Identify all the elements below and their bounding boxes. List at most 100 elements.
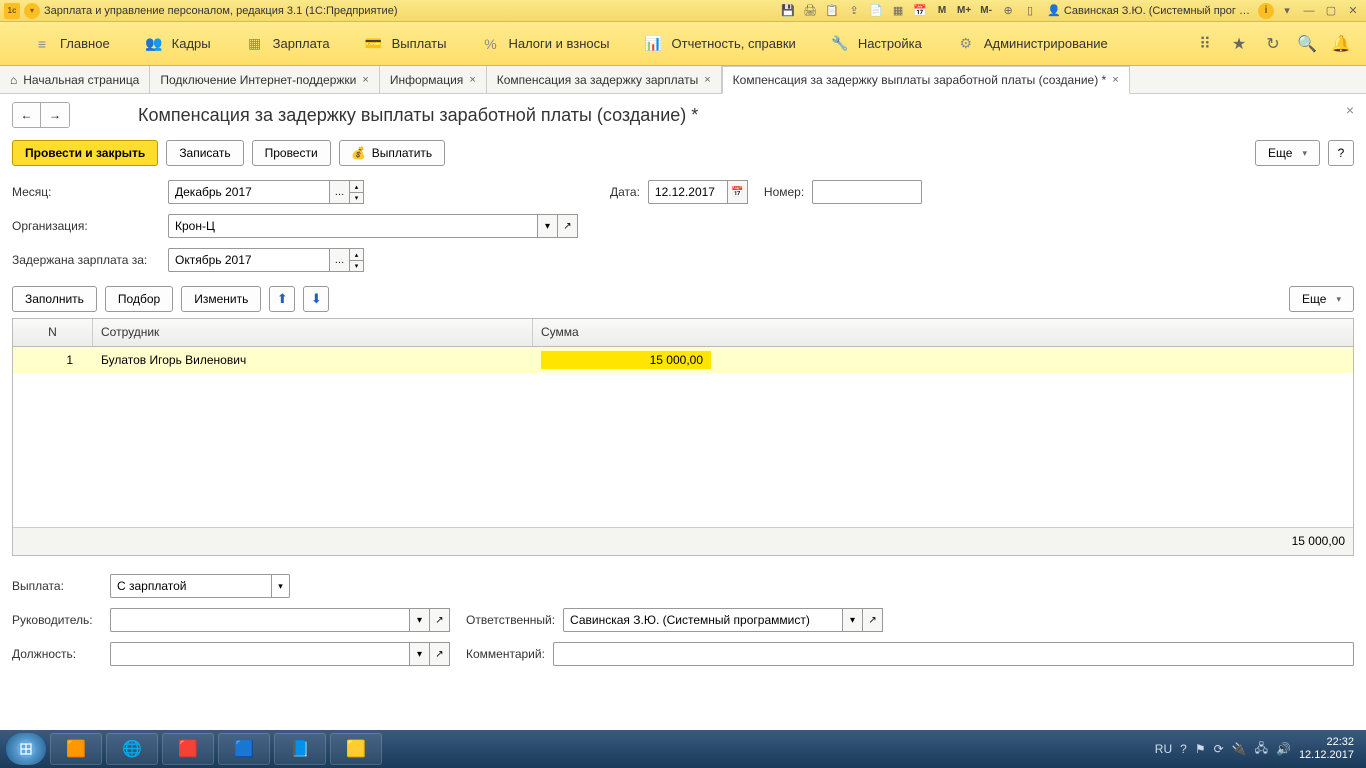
memory-mplus-icon[interactable]: M+: [955, 3, 973, 19]
manager-input[interactable]: [110, 608, 410, 632]
month-input[interactable]: Декабрь 2017: [168, 180, 330, 204]
nav-back-button[interactable]: ←: [13, 103, 41, 127]
tray-updates-icon[interactable]: ⟳: [1214, 742, 1224, 756]
page-close-button[interactable]: ×: [1346, 102, 1354, 118]
tray-network-icon[interactable]: 🖧: [1255, 739, 1268, 760]
nav-salary[interactable]: ▦Зарплата: [229, 22, 348, 65]
fill-button[interactable]: Заполнить: [12, 286, 97, 312]
tab-compensation-list[interactable]: Компенсация за задержку зарплаты×: [487, 66, 722, 93]
info-icon[interactable]: i: [1258, 3, 1274, 19]
tray-volume-icon[interactable]: 🔊: [1276, 742, 1291, 756]
taskbar-word[interactable]: 📘: [274, 733, 326, 765]
memory-m-icon[interactable]: M: [933, 3, 951, 19]
calendar-icon[interactable]: 📅: [911, 3, 929, 19]
position-open-button[interactable]: ↗: [430, 642, 450, 666]
history-icon[interactable]: ↻: [1264, 35, 1282, 53]
start-button[interactable]: [6, 733, 46, 765]
tab-home[interactable]: ⌂Начальная страница: [0, 66, 150, 93]
delayed-input[interactable]: Октябрь 2017: [168, 248, 330, 272]
pick-button[interactable]: Подбор: [105, 286, 173, 312]
month-ellipsis-button[interactable]: …: [330, 180, 350, 204]
post-button[interactable]: Провести: [252, 140, 331, 166]
position-dropdown-button[interactable]: ▾: [410, 642, 430, 666]
nav-payments[interactable]: 💳Выплаты: [348, 22, 465, 65]
pay-button[interactable]: 💰Выплатить: [339, 140, 446, 166]
maximize-icon[interactable]: ▢: [1322, 3, 1340, 19]
taskbar-mediaplayer[interactable]: 🟧: [50, 733, 102, 765]
month-down-button[interactable]: ▾: [350, 192, 364, 204]
nav-admin[interactable]: ⚙Администрирование: [940, 22, 1126, 65]
responsible-dropdown-button[interactable]: ▾: [843, 608, 863, 632]
col-header-n[interactable]: N: [13, 319, 93, 346]
close-window-icon[interactable]: ✕: [1344, 3, 1362, 19]
nav-taxes[interactable]: %Налоги и взносы: [464, 22, 627, 65]
tab-internet-support[interactable]: Подключение Интернет-поддержки×: [150, 66, 379, 93]
minimize-icon[interactable]: —: [1300, 3, 1318, 19]
nav-hamburger[interactable]: ≡Главное: [16, 22, 128, 65]
zoom-in-icon[interactable]: ⊕: [999, 3, 1017, 19]
move-up-button[interactable]: ⬆: [269, 286, 295, 312]
close-icon[interactable]: ×: [469, 74, 475, 86]
responsible-open-button[interactable]: ↗: [863, 608, 883, 632]
table-row[interactable]: 1 Булатов Игорь Виленович 15 000,00: [13, 347, 1353, 373]
number-input[interactable]: [812, 180, 922, 204]
comment-input[interactable]: [553, 642, 1354, 666]
titlebar-menu-icon[interactable]: ▾: [24, 3, 40, 19]
more-button[interactable]: Еще: [1255, 140, 1320, 166]
book-icon[interactable]: ▯: [1021, 3, 1039, 19]
save-icon[interactable]: 💾: [779, 3, 797, 19]
tab-information[interactable]: Информация×: [380, 66, 487, 93]
close-icon[interactable]: ×: [1112, 74, 1118, 86]
delayed-down-button[interactable]: ▾: [350, 260, 364, 272]
move-down-button[interactable]: ⬇: [303, 286, 329, 312]
save-button[interactable]: Записать: [166, 140, 243, 166]
apps-grid-icon[interactable]: ⠿: [1196, 35, 1214, 53]
manager-dropdown-button[interactable]: ▾: [410, 608, 430, 632]
taskbar-ie[interactable]: 🌐: [106, 733, 158, 765]
post-and-close-button[interactable]: Провести и закрыть: [12, 140, 158, 166]
doc-icon[interactable]: 📄: [867, 3, 885, 19]
tray-usb-icon[interactable]: 🔌: [1232, 742, 1247, 756]
grid-icon[interactable]: ▦: [889, 3, 907, 19]
copy-icon[interactable]: 📋: [823, 3, 841, 19]
date-calendar-button[interactable]: 📅: [728, 180, 748, 204]
nav-settings[interactable]: 🔧Настройка: [814, 22, 940, 65]
app-logo-icon: 1c: [4, 3, 20, 19]
nav-forward-button[interactable]: →: [41, 103, 69, 127]
memory-mminus-icon[interactable]: M-: [977, 3, 995, 19]
payment-select[interactable]: С зарплатой ▾: [110, 574, 290, 598]
col-header-employee[interactable]: Сотрудник: [93, 319, 533, 346]
close-icon[interactable]: ×: [704, 74, 710, 86]
table-more-button[interactable]: Еще: [1289, 286, 1354, 312]
taskbar-skype[interactable]: 🟦: [218, 733, 270, 765]
close-icon[interactable]: ×: [362, 74, 368, 86]
upload-icon[interactable]: ⇪: [845, 3, 863, 19]
tray-flag-icon[interactable]: ⚑: [1195, 742, 1206, 756]
delayed-up-button[interactable]: ▴: [350, 248, 364, 260]
position-input[interactable]: [110, 642, 410, 666]
tray-clock[interactable]: 22:32 12.12.2017: [1299, 736, 1354, 762]
search-icon[interactable]: 🔍: [1298, 35, 1316, 53]
help-button[interactable]: ?: [1328, 140, 1354, 166]
delayed-ellipsis-button[interactable]: …: [330, 248, 350, 272]
manager-open-button[interactable]: ↗: [430, 608, 450, 632]
nav-reports[interactable]: 📊Отчетность, справки: [628, 22, 814, 65]
organization-open-button[interactable]: ↗: [558, 214, 578, 238]
month-up-button[interactable]: ▴: [350, 180, 364, 192]
tray-lang[interactable]: RU: [1155, 742, 1172, 756]
taskbar-yandex[interactable]: 🟥: [162, 733, 214, 765]
col-header-sum[interactable]: Сумма: [533, 319, 1353, 346]
organization-dropdown-button[interactable]: ▾: [538, 214, 558, 238]
print-icon[interactable]: 🖨: [801, 3, 819, 19]
favorites-icon[interactable]: ★: [1230, 35, 1248, 53]
chevron-down-icon[interactable]: ▾: [1278, 3, 1296, 19]
notifications-icon[interactable]: 🔔: [1332, 35, 1350, 53]
organization-input[interactable]: Крон-Ц: [168, 214, 538, 238]
tab-compensation-create[interactable]: Компенсация за задержку выплаты заработн…: [722, 66, 1130, 94]
responsible-input[interactable]: Савинская З.Ю. (Системный программист): [563, 608, 843, 632]
tray-help-icon[interactable]: ?: [1180, 742, 1187, 756]
edit-button[interactable]: Изменить: [181, 286, 261, 312]
taskbar-1c[interactable]: 🟨: [330, 733, 382, 765]
nav-personnel[interactable]: 👥Кадры: [128, 22, 229, 65]
date-input[interactable]: 12.12.2017: [648, 180, 728, 204]
